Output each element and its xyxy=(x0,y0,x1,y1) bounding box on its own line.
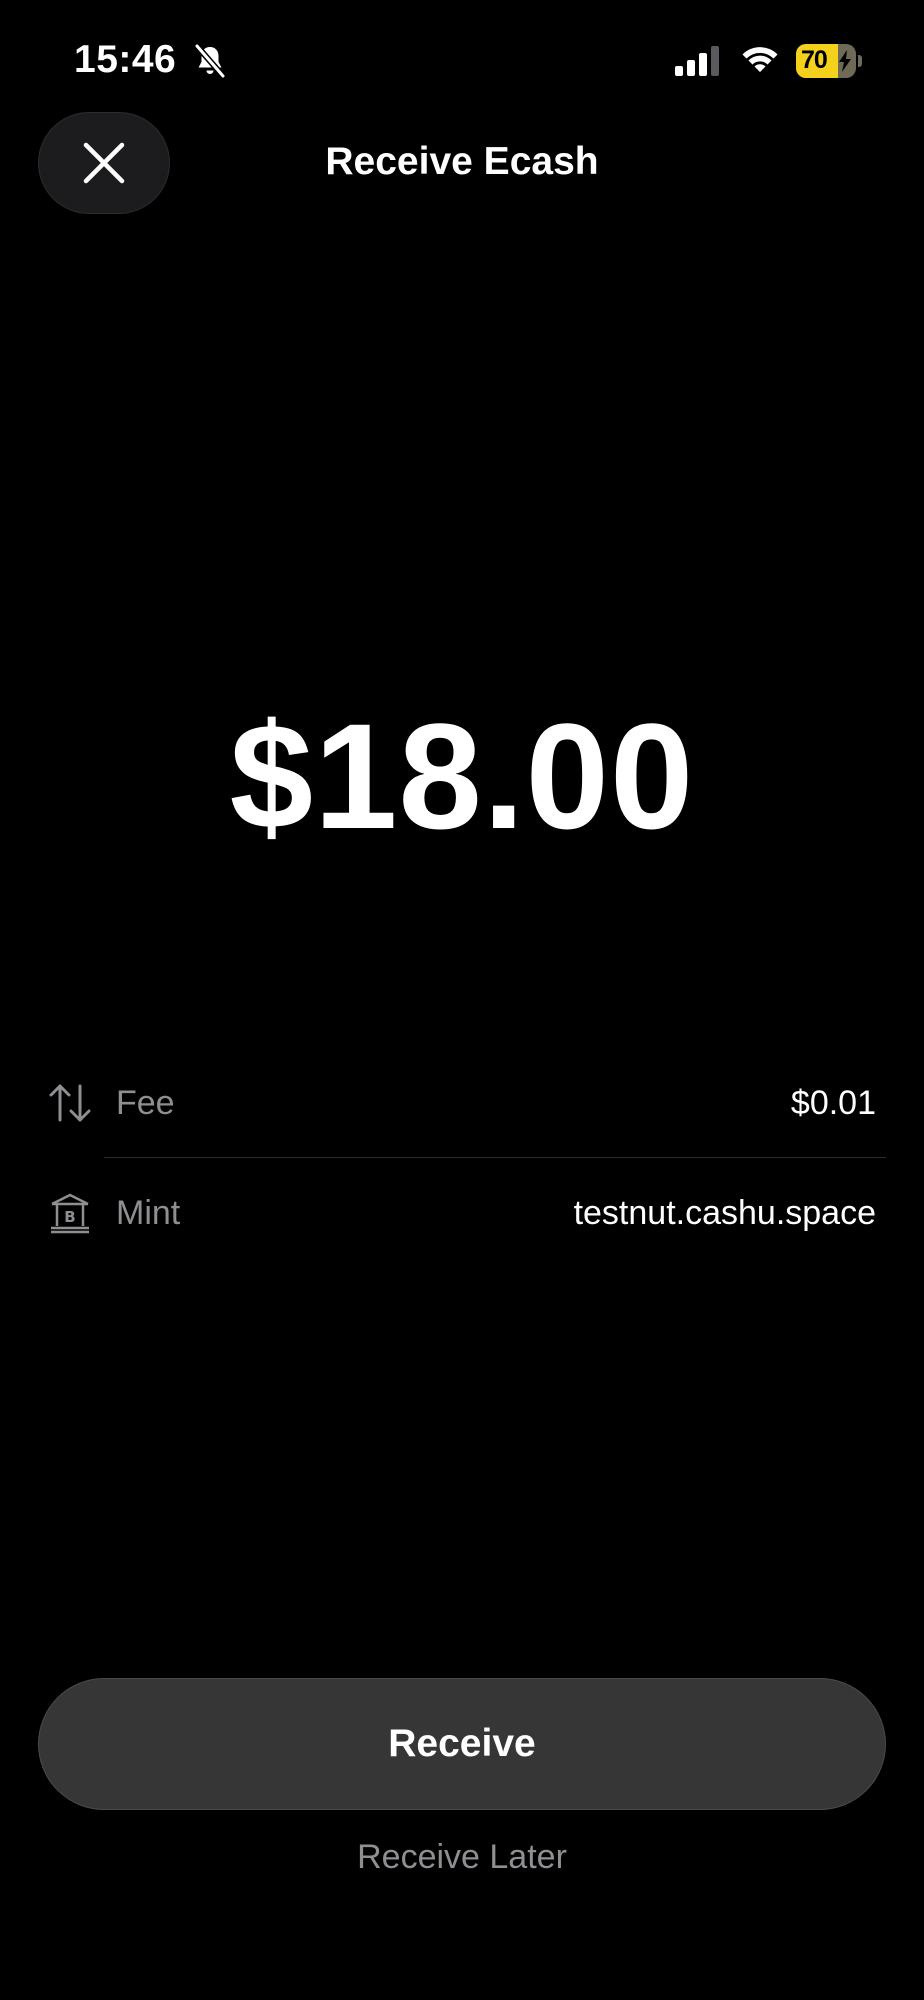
fee-row: Fee $0.01 xyxy=(48,1072,876,1132)
mint-row: B Mint testnut.cashu.space xyxy=(48,1182,876,1242)
wifi-icon xyxy=(742,47,778,72)
bell-slash-icon xyxy=(194,44,226,78)
fee-label: Fee xyxy=(116,1084,175,1122)
receive-later-link[interactable]: Receive Later xyxy=(0,1838,924,1877)
fee-value: $0.01 xyxy=(790,1084,876,1122)
arrows-up-down-icon xyxy=(49,1084,91,1122)
bank-bitcoin-icon: B xyxy=(51,1193,89,1234)
battery-indicator: 70 xyxy=(796,44,862,78)
mint-value: testnut.cashu.space xyxy=(573,1194,876,1232)
page-title: Receive Ecash xyxy=(325,140,599,183)
battery-cap xyxy=(858,55,862,67)
status-bar: 15:46 70 xyxy=(0,0,924,110)
amount-display: $18.00 xyxy=(229,692,695,860)
mint-label: Mint xyxy=(116,1194,181,1232)
charging-bolt-icon xyxy=(839,50,851,72)
status-time: 15:46 xyxy=(74,38,177,81)
battery-body: 70 xyxy=(796,44,856,78)
svg-text:B: B xyxy=(64,1208,75,1226)
battery-percent: 70 xyxy=(801,46,828,74)
divider xyxy=(104,1157,886,1158)
cellular-signal-icon xyxy=(675,46,719,76)
receive-button[interactable]: Receive xyxy=(38,1678,886,1810)
